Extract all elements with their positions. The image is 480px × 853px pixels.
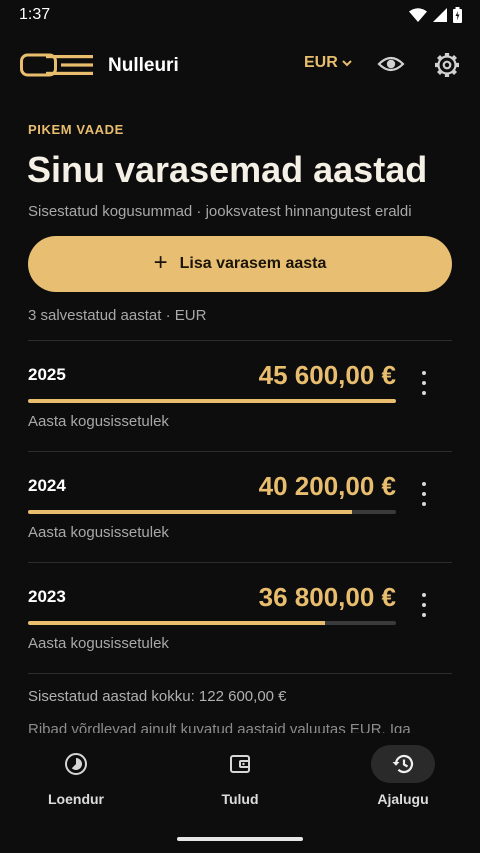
gear-icon[interactable] — [433, 51, 461, 79]
app-bar: Nulleuri EUR — [0, 40, 480, 90]
add-previous-year-button[interactable]: + Lisa varasem aasta — [28, 236, 452, 292]
nav-item-ajalugu[interactable]: Ajalugu — [343, 745, 463, 807]
year-caption: Aasta kogusissetulek — [28, 413, 169, 430]
year-amount: 40 200,00 € — [258, 471, 396, 501]
more-options-icon[interactable] — [416, 593, 432, 617]
currency-value: EUR — [304, 54, 338, 71]
year-progress-bar — [28, 399, 396, 403]
add-button-label: Lisa varasem aasta — [179, 255, 327, 272]
status-time: 1:37 — [19, 6, 51, 23]
nav-item-tulud[interactable]: Tulud — [180, 745, 300, 807]
wifi-icon — [409, 8, 427, 22]
year-progress-bar — [28, 510, 396, 514]
year-progress-fill — [28, 510, 353, 514]
page-title: Sinu varasemad aastad — [27, 149, 428, 190]
year-label: 2024 — [28, 476, 66, 495]
chevron-down-icon — [342, 60, 352, 67]
year-label: 2023 — [28, 587, 66, 606]
home-indicator[interactable] — [177, 837, 303, 841]
status-icons — [409, 7, 462, 23]
year-progress-fill — [28, 621, 325, 625]
year-row: 2024 40 200,00 € Aasta kogusissetulek — [28, 452, 452, 562]
nav-pill — [44, 745, 108, 783]
year-progress-bar — [28, 621, 396, 625]
section-eyebrow: PIKEM VAADE — [28, 122, 124, 137]
nav-label: Loendur — [48, 791, 104, 807]
history-icon — [392, 754, 414, 774]
year-caption: Aasta kogusissetulek — [28, 524, 169, 541]
nav-pill — [208, 745, 272, 783]
year-row: 2025 45 600,00 € Aasta kogusissetulek — [28, 341, 452, 451]
nav-label: Tulud — [221, 791, 259, 807]
year-amount: 45 600,00 € — [258, 360, 396, 390]
more-options-icon[interactable] — [416, 371, 432, 395]
year-amount: 36 800,00 € — [258, 582, 396, 612]
nav-label: Ajalugu — [377, 791, 429, 807]
nav-item-loendur[interactable]: Loendur — [16, 745, 136, 807]
comparison-note: Ribad võrdlevad ainult kuvatud aastaid v… — [28, 721, 411, 733]
years-total: Sisestatud aastad kokku: 122 600,00 € — [28, 688, 287, 705]
bottom-navigation: Loendur Tulud Ajalugu — [0, 735, 480, 853]
plus-icon: + — [153, 248, 168, 276]
year-progress-fill — [28, 399, 396, 403]
wallet-icon — [230, 755, 250, 773]
eye-icon[interactable] — [377, 52, 405, 76]
status-bar: 1:37 — [0, 0, 480, 30]
battery-icon — [453, 7, 462, 23]
saved-years-count: 3 salvestatud aastat · EUR — [28, 307, 207, 324]
logo-icon — [20, 53, 93, 77]
currency-select[interactable]: EUR — [304, 54, 352, 72]
nav-pill-active — [371, 745, 435, 783]
app-title: Nulleuri — [108, 55, 179, 76]
year-caption: Aasta kogusissetulek — [28, 635, 169, 652]
signal-icon — [433, 8, 447, 22]
page-subtitle: Sisestatud kogusummad · jooksvatest hinn… — [28, 203, 412, 220]
year-row: 2023 36 800,00 € Aasta kogusissetulek — [28, 563, 452, 673]
more-options-icon[interactable] — [416, 482, 432, 506]
year-label: 2025 — [28, 365, 66, 384]
divider — [28, 673, 452, 674]
timelapse-icon — [65, 753, 87, 775]
